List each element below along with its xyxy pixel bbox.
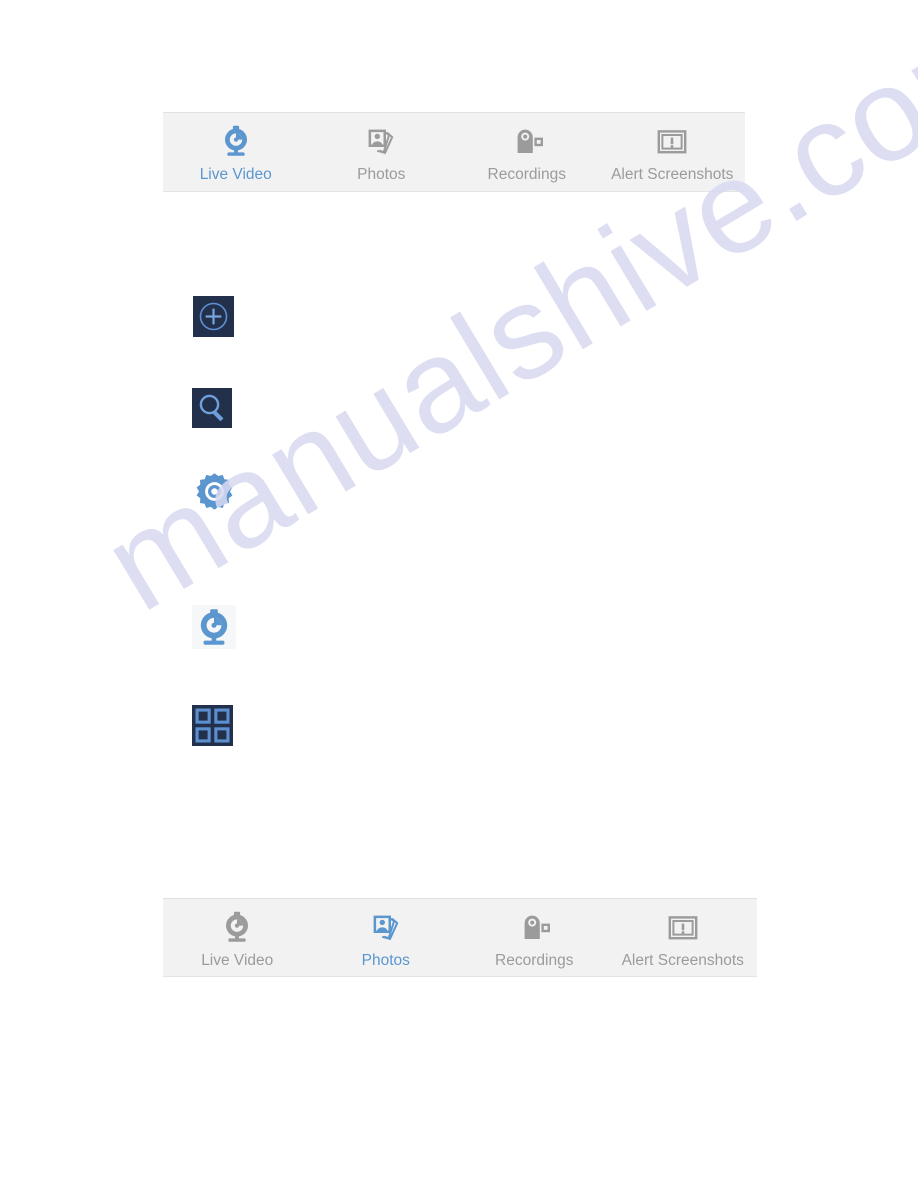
tab-live-video[interactable]: Live Video xyxy=(163,113,309,184)
settings-gear-icon xyxy=(196,473,233,510)
webcam-icon xyxy=(224,125,247,156)
search-button[interactable] xyxy=(192,388,232,428)
photo-stack-icon xyxy=(368,129,394,155)
add-plus-circle-button[interactable] xyxy=(193,296,234,337)
tab-recordings[interactable]: Recordings xyxy=(454,113,600,184)
tab-label: Photos xyxy=(357,166,406,183)
tab-alert-screenshots[interactable]: Alert Screenshots xyxy=(609,899,758,970)
grid-view-button[interactable] xyxy=(192,705,233,746)
tab-label: Recordings xyxy=(487,166,566,183)
tab-photos[interactable]: Photos xyxy=(312,899,461,970)
webcam-icon xyxy=(226,911,249,942)
tab-photos[interactable]: Photos xyxy=(309,113,455,184)
tab-live-video[interactable]: Live Video xyxy=(163,899,312,970)
photo-stack-icon xyxy=(373,915,399,941)
camcorder-icon xyxy=(524,915,551,939)
alert-screenshot-icon xyxy=(668,916,698,940)
tab-recordings[interactable]: Recordings xyxy=(460,899,609,970)
tab-label: Live Video xyxy=(199,166,272,183)
tab-label: Live Video xyxy=(201,952,274,969)
tab-label: Recordings xyxy=(495,952,574,969)
top-tabbar: Live Video Photos Recordings Alert Screensh… xyxy=(163,112,745,192)
search-magnifier-icon xyxy=(192,388,232,428)
live-video-button[interactable] xyxy=(192,605,236,649)
grid-view-icon xyxy=(192,705,233,746)
settings-button[interactable] xyxy=(192,470,237,515)
webcam-icon xyxy=(192,605,236,649)
tab-label: Alert Screenshots xyxy=(611,166,734,183)
bottom-tabbar: Live Video Photos Recordings Alert Screensh… xyxy=(163,898,757,977)
tab-alert-screenshots[interactable]: Alert Screenshots xyxy=(600,113,746,184)
tab-label: Photos xyxy=(361,952,410,969)
add-plus-circle-icon xyxy=(193,296,234,337)
camcorder-icon xyxy=(517,129,543,153)
tab-label: Alert Screenshots xyxy=(621,952,744,969)
alert-screenshot-icon xyxy=(657,130,687,154)
